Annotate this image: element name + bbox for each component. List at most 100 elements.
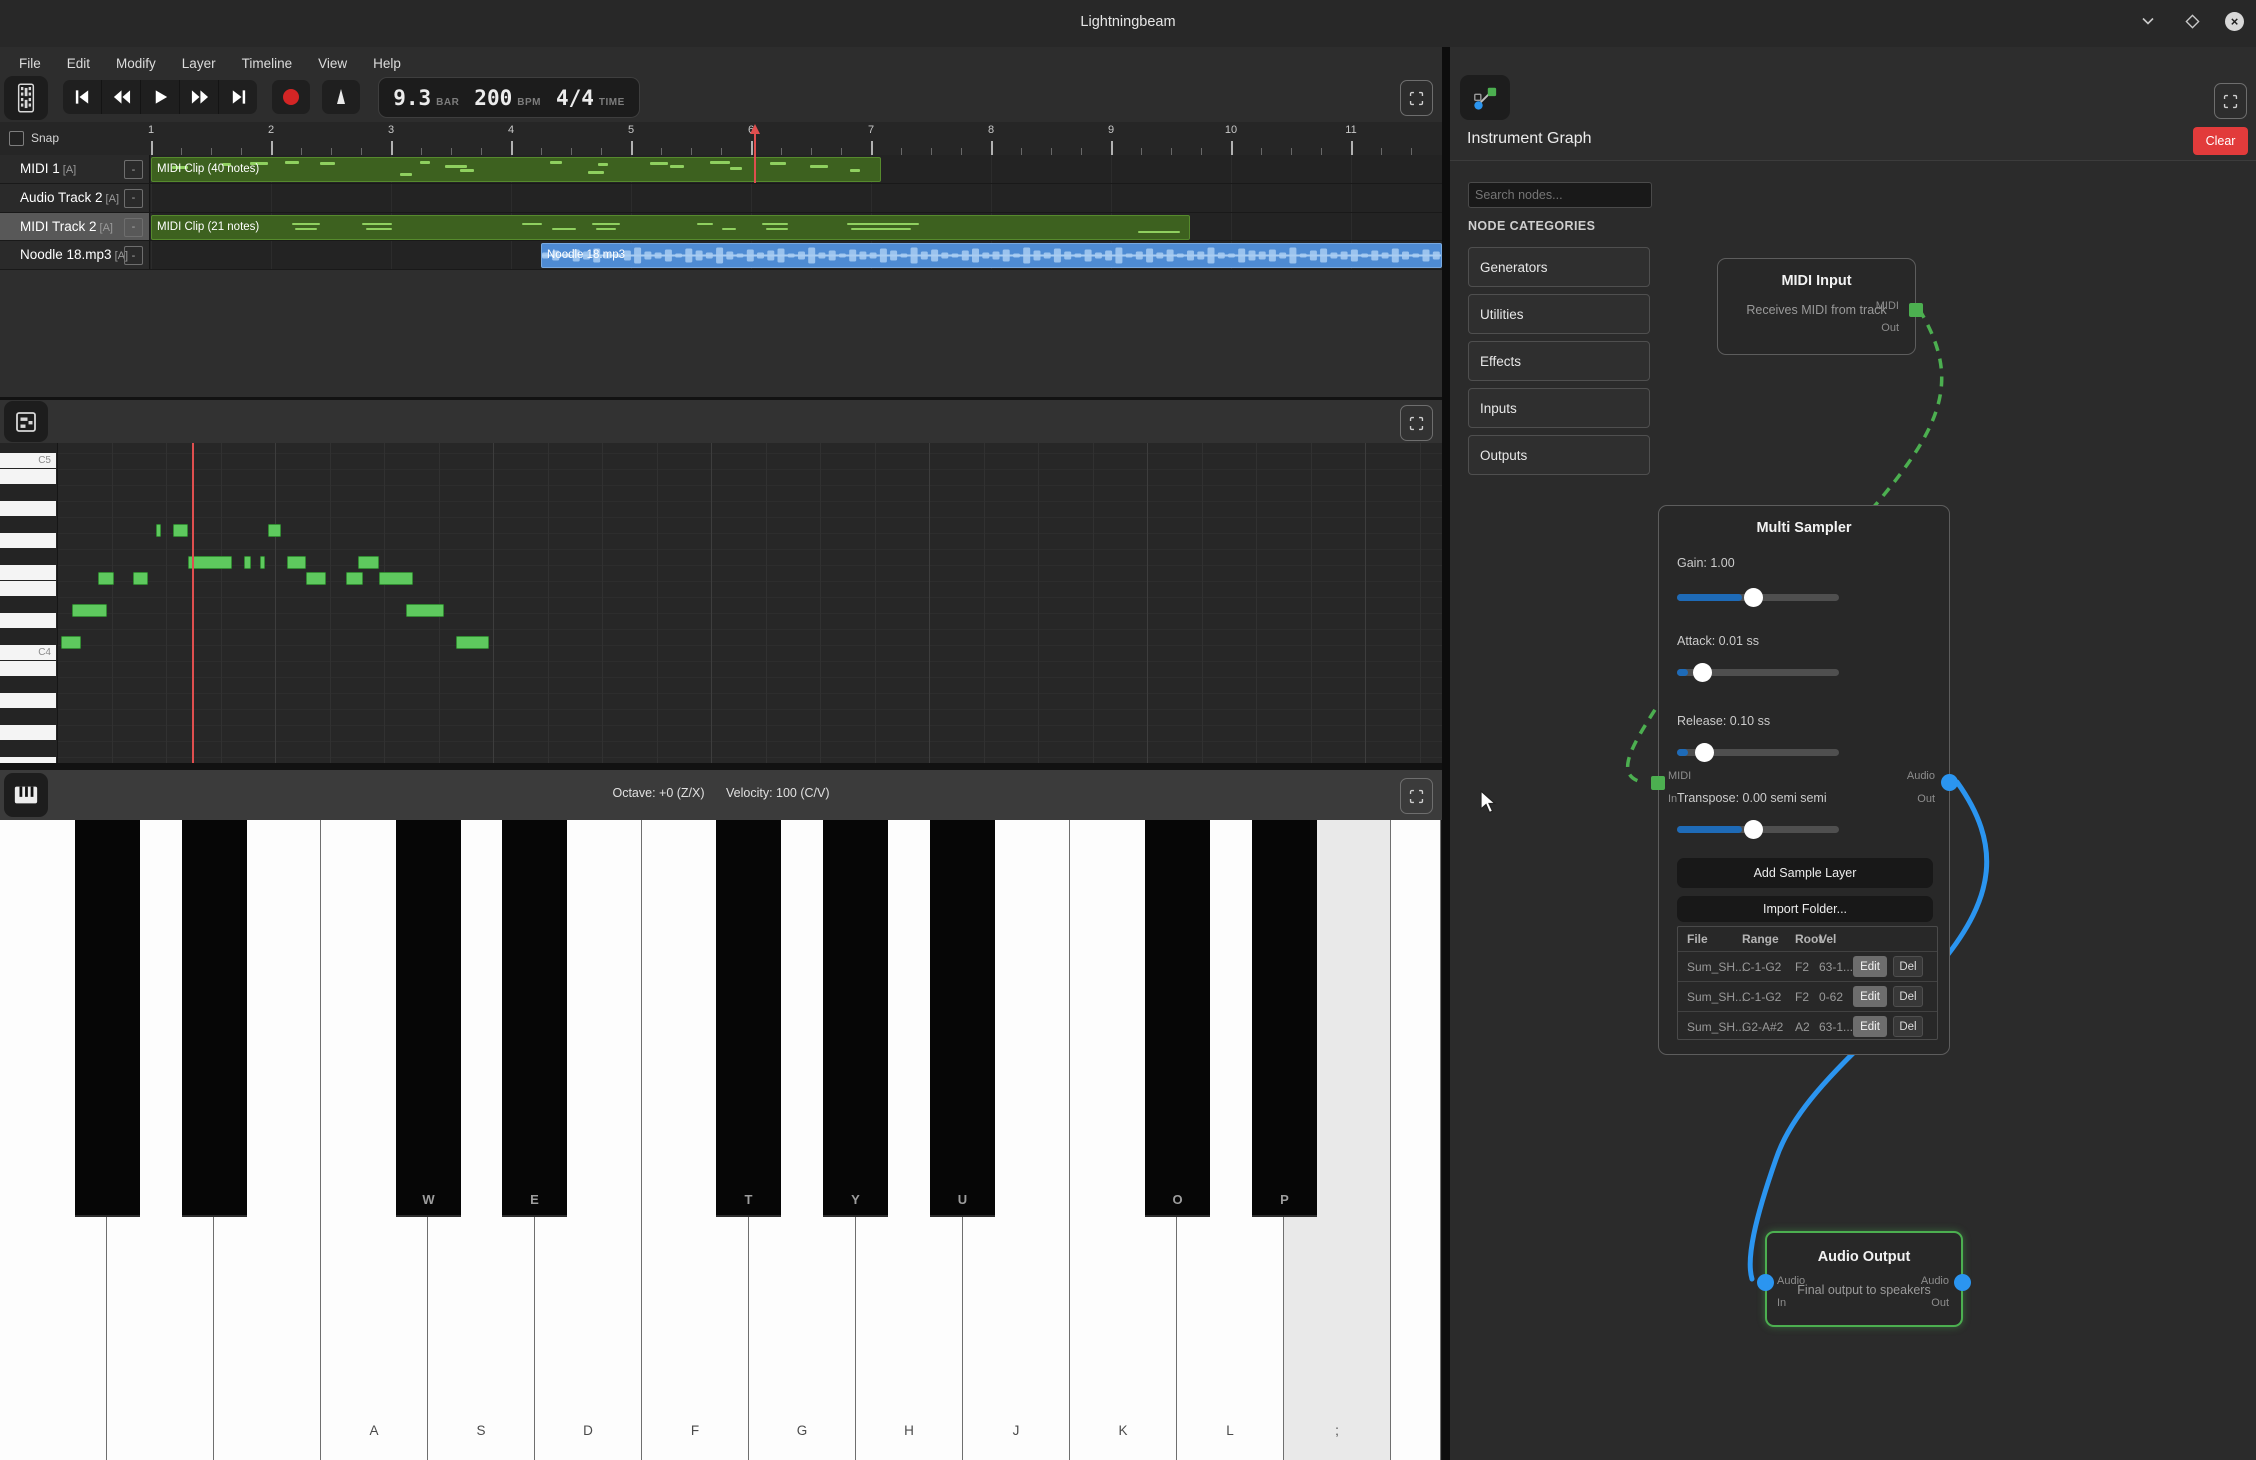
metronome-button[interactable] [322,80,360,114]
black-key-U[interactable]: U [930,820,995,1217]
tempo-display[interactable]: 9.3BAR200BPM4/4TIME [378,77,640,118]
midi-in-port[interactable] [1651,776,1665,790]
audio-in-port[interactable] [1757,1274,1774,1291]
slider-track[interactable] [1677,594,1839,601]
audio-clip[interactable]: Noodle 18.mp3 [541,243,1442,268]
roll-white-key[interactable] [0,725,56,740]
midi-note[interactable] [268,524,281,537]
roll-playhead[interactable] [192,443,194,763]
midi-clip[interactable]: MIDI Clip (21 notes) [151,215,1190,240]
import-folder-button[interactable]: Import Folder... [1677,896,1933,922]
midi-note[interactable] [244,556,251,569]
clear-button[interactable]: Clear [2193,127,2248,155]
del-button[interactable]: Del [1893,956,1923,977]
audio-out-port[interactable] [1954,1274,1971,1291]
black-key-unlabeled[interactable] [182,820,247,1217]
white-key-unlabeled[interactable] [1391,820,1441,1460]
track-mute-button[interactable]: - [124,246,143,265]
roll-white-key[interactable] [0,757,56,763]
roll-white-key[interactable] [0,613,56,628]
track-mute-button[interactable]: - [124,160,143,179]
black-key-W[interactable]: W [396,820,461,1217]
midi-note[interactable] [72,604,107,617]
del-button[interactable]: Del [1893,986,1923,1007]
black-key-O[interactable]: O [1145,820,1210,1217]
snap-checkbox[interactable] [9,131,24,146]
black-key-P[interactable]: P [1252,820,1317,1217]
slider-thumb[interactable] [1693,663,1712,682]
minimize-icon[interactable] [2137,10,2159,32]
roll-white-key[interactable] [0,469,56,484]
edit-button[interactable]: Edit [1853,986,1887,1007]
roll-white-key[interactable] [0,693,56,708]
midi-note[interactable] [379,572,413,585]
graph-canvas[interactable]: NODE CATEGORIES GeneratorsUtilitiesEffec… [1450,161,2256,1460]
node-audio-output[interactable]: Audio Output Final output to speakers Au… [1765,1231,1963,1327]
black-key-unlabeled[interactable] [75,820,140,1217]
midi-note[interactable] [156,524,161,537]
slider-track[interactable] [1677,749,1839,756]
slider-track[interactable] [1677,826,1839,833]
keyboard-expand-button[interactable] [1400,778,1433,814]
category-generators[interactable]: Generators [1468,247,1650,287]
roll-white-key[interactable] [0,581,56,596]
track-header[interactable]: Audio Track 2[A]- [0,184,150,212]
menu-view[interactable]: View [305,56,360,71]
keyboard-tab-button[interactable] [4,773,48,817]
midi-note[interactable] [260,556,265,569]
timeline-expand-button[interactable] [1400,80,1433,116]
roll-white-key[interactable] [0,565,56,580]
timeline-tab-button[interactable] [4,76,48,120]
black-key-T[interactable]: T [716,820,781,1217]
roll-white-key[interactable] [0,661,56,676]
midi-note[interactable] [61,636,81,649]
graph-expand-button[interactable] [2214,83,2247,119]
track-mute-button[interactable]: - [124,189,143,208]
menu-help[interactable]: Help [360,56,414,71]
midi-note[interactable] [133,572,148,585]
menu-timeline[interactable]: Timeline [229,56,306,71]
category-inputs[interactable]: Inputs [1468,388,1650,428]
midi-note[interactable] [406,604,444,617]
node-midi-input[interactable]: MIDI Input Receives MIDI from track MIDI… [1717,258,1916,355]
graph-tab-button[interactable] [1460,75,1510,120]
panel-divider[interactable] [0,763,1442,770]
piano-roll-expand-button[interactable] [1400,405,1433,441]
pane-divider[interactable] [1442,47,1450,1460]
add-sample-layer-button[interactable]: Add Sample Layer [1677,858,1933,888]
menu-modify[interactable]: Modify [103,56,169,71]
category-outputs[interactable]: Outputs [1468,435,1650,475]
black-key-E[interactable]: E [502,820,567,1217]
midi-note[interactable] [358,556,379,569]
category-effects[interactable]: Effects [1468,341,1650,381]
slider-thumb[interactable] [1744,588,1763,607]
fast-forward-button[interactable] [180,80,219,114]
roll-white-key[interactable] [0,501,56,516]
del-button[interactable]: Del [1893,1016,1923,1037]
slider-thumb[interactable] [1695,743,1714,762]
track-header[interactable]: MIDI Track 2[A]- [0,213,150,241]
close-icon[interactable]: × [2225,12,2244,31]
black-key-Y[interactable]: Y [823,820,888,1217]
skip-start-button[interactable] [63,80,102,114]
track-header[interactable]: MIDI 1[A]- [0,155,150,183]
slider-thumb[interactable] [1744,820,1763,839]
category-utilities[interactable]: Utilities [1468,294,1650,334]
midi-note[interactable] [98,572,114,585]
roll-white-key[interactable] [0,533,56,548]
midi-clip[interactable]: MIDI Clip (40 notes) [151,157,881,182]
midi-out-port[interactable] [1909,303,1923,317]
midi-note[interactable] [306,572,326,585]
midi-note[interactable] [173,524,188,537]
edit-button[interactable]: Edit [1853,956,1887,977]
timeline-ruler[interactable]: Snap 1234567891011 [0,122,1442,155]
midi-note[interactable] [287,556,306,569]
play-button[interactable] [141,80,180,114]
maximize-icon[interactable] [2181,10,2203,32]
slider-track[interactable] [1677,669,1839,676]
menu-file[interactable]: File [6,56,54,71]
search-input[interactable] [1468,182,1652,208]
midi-note[interactable] [346,572,363,585]
track-row[interactable]: Audio Track 2[A]- [0,184,1442,213]
rewind-button[interactable] [102,80,141,114]
